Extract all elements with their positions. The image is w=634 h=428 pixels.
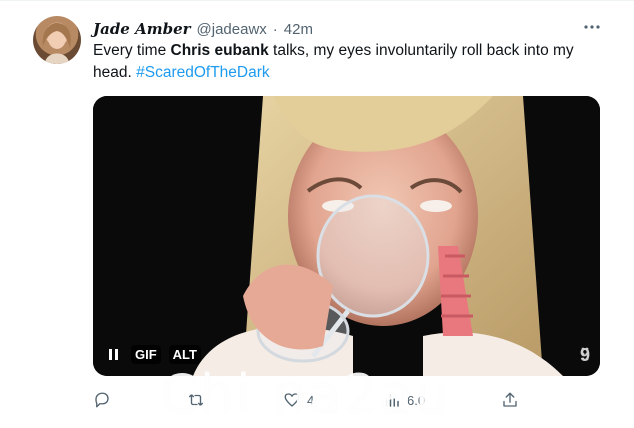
pause-icon[interactable] [103,344,123,364]
tweet-header: Jade Amber @jadeawx · 42m [93,18,606,40]
avatar-image [42,22,71,64]
like-icon [284,393,300,407]
reply-icon [95,392,109,408]
share-icon [503,392,517,407]
gif-badge: GIF [131,344,161,364]
alt-badge[interactable]: ALT [168,344,201,364]
like-count: 4 [307,392,315,408]
gif-media[interactable]: GIF ALT 9 [93,96,600,376]
more-horizontal-icon[interactable] [580,18,604,38]
tweet-timestamp[interactable]: 42m [284,21,313,38]
media-controls: GIF ALT [103,344,201,364]
tweet-text: Every time Chris eubank talks, my eyes i… [93,40,593,84]
retweet-icon [188,394,204,406]
more-dots-icon [584,25,600,29]
views-count: 6.0 [407,392,426,408]
like-button[interactable]: 4 [283,388,314,412]
user-handle[interactable]: @jadeawx [197,21,267,38]
avatar[interactable] [33,16,81,64]
channel-logo: 9 [580,345,590,366]
tweet-actions: 4 6.0 [93,388,523,412]
reply-button[interactable] [93,388,117,412]
tweet-text-prefix: Every time [93,42,171,59]
display-name[interactable]: Jade Amber [93,20,191,38]
channel-dots-icon [581,347,589,361]
tweet-text-bold: Chris eubank [170,42,269,59]
views-button[interactable]: 6.0 [383,388,425,412]
gif-frame-image [93,96,600,376]
views-icon [386,394,399,407]
hashtag-link[interactable]: #ScaredOfTheDark [136,64,270,81]
retweet-button[interactable] [187,388,211,412]
top-divider [0,0,634,1]
share-button[interactable] [501,388,519,412]
header-separator: · [272,20,278,38]
